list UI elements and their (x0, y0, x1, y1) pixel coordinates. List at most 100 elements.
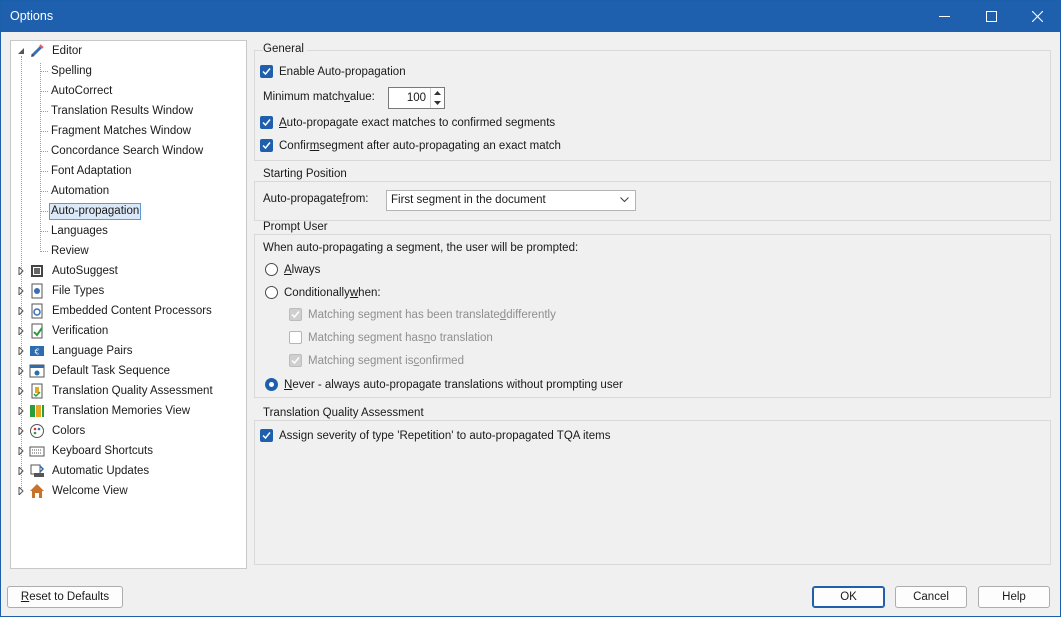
tree-item-label: Translation Quality Assessment (52, 384, 213, 397)
label-part: segment after auto-propagating an exact … (319, 139, 561, 152)
tree-item-label: Translation Results Window (51, 104, 194, 117)
tree-item-label: AutoCorrect (51, 84, 113, 97)
tree-item[interactable]: € Language Pairs (17, 341, 135, 361)
tree-item[interactable]: Verification (17, 321, 110, 341)
label-part: uto-propagate exact matches to confirmed… (286, 116, 556, 129)
group-title-general: General (263, 43, 307, 55)
stepper-up-button[interactable] (431, 88, 444, 98)
tree-item[interactable]: AutoSuggest (17, 261, 120, 281)
tree-item[interactable]: Automatic Updates (17, 461, 151, 481)
tree-item-label: Spelling (51, 64, 92, 77)
expand-icon[interactable] (17, 367, 25, 375)
expand-icon[interactable] (17, 467, 25, 475)
settings-panel: General Enable Auto-propagation Minimum … (254, 40, 1051, 565)
assign-severity-checkbox[interactable] (260, 429, 273, 442)
enable-auto-propagation[interactable]: Enable Auto-propagation (260, 65, 406, 78)
collapse-icon[interactable] (17, 47, 25, 55)
stepper-down-button[interactable] (431, 98, 444, 108)
window-title: Options (10, 9, 54, 23)
tree-item[interactable]: Translation Results Window (40, 101, 195, 121)
maximize-button[interactable] (968, 1, 1014, 32)
tree-item[interactable]: AutoCorrect (40, 81, 114, 101)
autosuggest-icon (31, 265, 43, 277)
tree-item[interactable]: Translation Quality Assessment (17, 381, 215, 401)
tree-item-editor[interactable]: Editor (17, 41, 84, 61)
condition-no-translation-checkbox[interactable] (289, 331, 302, 344)
radio-button[interactable] (265, 263, 278, 276)
propagate-from-label: Auto-propagate f rom: (263, 193, 369, 205)
expand-icon[interactable] (17, 327, 25, 335)
radio-button[interactable] (265, 286, 278, 299)
propagate-exact-matches-checkbox[interactable] (260, 116, 273, 129)
radio-button[interactable] (265, 378, 278, 391)
tree-item-label: Verification (52, 324, 109, 337)
tree-item[interactable]: File Types (17, 281, 106, 301)
expand-icon[interactable] (17, 387, 25, 395)
expand-icon[interactable] (17, 287, 25, 295)
assign-severity-label: Assign severity of type 'Repetition' to … (279, 429, 611, 442)
expand-icon[interactable] (17, 407, 25, 415)
propagate-from-value: First segment in the document (391, 194, 546, 206)
tree-item[interactable]: Font Adaptation (40, 161, 134, 181)
checkmark-icon (291, 311, 300, 319)
stepper-arrows[interactable] (430, 88, 444, 108)
tree-item[interactable]: Fragment Matches Window (40, 121, 193, 141)
propagate-from-dropdown[interactable]: First segment in the document (386, 190, 636, 211)
tree-item[interactable]: Colors (17, 421, 87, 441)
tree-connector (40, 71, 48, 72)
label-part: Conditionally (284, 286, 350, 299)
enable-auto-propagation-checkbox[interactable] (260, 65, 273, 78)
tree-item[interactable]: Embedded Content Processors (17, 301, 214, 321)
expand-icon[interactable] (17, 427, 25, 435)
tqa-icon (31, 383, 43, 399)
expand-icon[interactable] (17, 307, 25, 315)
help-button[interactable]: Help (978, 586, 1050, 608)
minimum-match-stepper[interactable]: 100 (388, 87, 445, 109)
tree-item-label: Languages (51, 224, 108, 237)
condition-translated-differently[interactable]: Matching segment has been translate d dif… (289, 308, 556, 321)
pencil-icon (30, 44, 44, 58)
condition-translated-differently-checkbox[interactable] (289, 308, 302, 321)
reset-to-defaults-button[interactable]: Reset to Defaults (7, 586, 123, 608)
keyboard-icon (29, 446, 45, 457)
propagate-exact-matches[interactable]: Auto-propagate exact matches to confirme… (260, 116, 555, 129)
tree-item[interactable]: Auto-propagation (40, 201, 142, 221)
minimum-match-value[interactable]: 100 (407, 92, 426, 104)
ok-button[interactable]: OK (812, 586, 885, 608)
tree-connector (40, 151, 48, 152)
assign-severity[interactable]: Assign severity of type 'Repetition' to … (260, 429, 610, 442)
minimum-match-label: Minimum match v alue: (263, 91, 375, 103)
tree-item[interactable]: Automation (40, 181, 111, 201)
tree-item[interactable]: Translation Memories View (17, 401, 192, 421)
tree-connector (40, 211, 48, 212)
tree-item-label: Keyboard Shortcuts (52, 444, 154, 457)
condition-no-translation[interactable]: Matching segment has no translation (289, 331, 493, 344)
tree-item[interactable]: Review (40, 241, 91, 261)
condition-confirmed-checkbox[interactable] (289, 354, 302, 367)
radio-conditionally[interactable]: Conditionally w hen: (265, 286, 381, 299)
close-button[interactable] (1014, 1, 1060, 32)
tree-item[interactable]: Spelling (40, 61, 94, 81)
tree-item-label: Automation (51, 184, 110, 197)
tree-item-label: Review (51, 244, 89, 257)
confirm-segment-checkbox[interactable] (260, 139, 273, 152)
tree-item[interactable]: Keyboard Shortcuts (17, 441, 155, 461)
expand-icon[interactable] (17, 487, 25, 495)
tree-item[interactable]: Concordance Search Window (40, 141, 205, 161)
expand-icon[interactable] (17, 447, 25, 455)
radio-always[interactable]: Always (265, 263, 320, 276)
updates-icon (30, 464, 45, 477)
tree-item[interactable]: Languages (40, 221, 110, 241)
tree-item[interactable]: Welcome View (17, 481, 130, 501)
group-title-tqa: Translation Quality Assessment (263, 407, 427, 419)
label-part: o translation (430, 331, 493, 344)
confirm-segment[interactable]: Confir m segment after auto-propagating a… (260, 139, 561, 152)
expand-icon[interactable] (17, 347, 25, 355)
minimize-button[interactable] (921, 1, 967, 32)
tree-item[interactable]: Default Task Sequence (17, 361, 172, 381)
expand-icon[interactable] (17, 267, 25, 275)
radio-never[interactable]: Never - always auto-propagate translatio… (265, 378, 623, 391)
condition-confirmed[interactable]: Matching segment is c onfirmed (289, 354, 464, 367)
cancel-button[interactable]: Cancel (895, 586, 967, 608)
options-tree[interactable]: Editor Spelling AutoCorrect Translation Re… (10, 40, 247, 569)
